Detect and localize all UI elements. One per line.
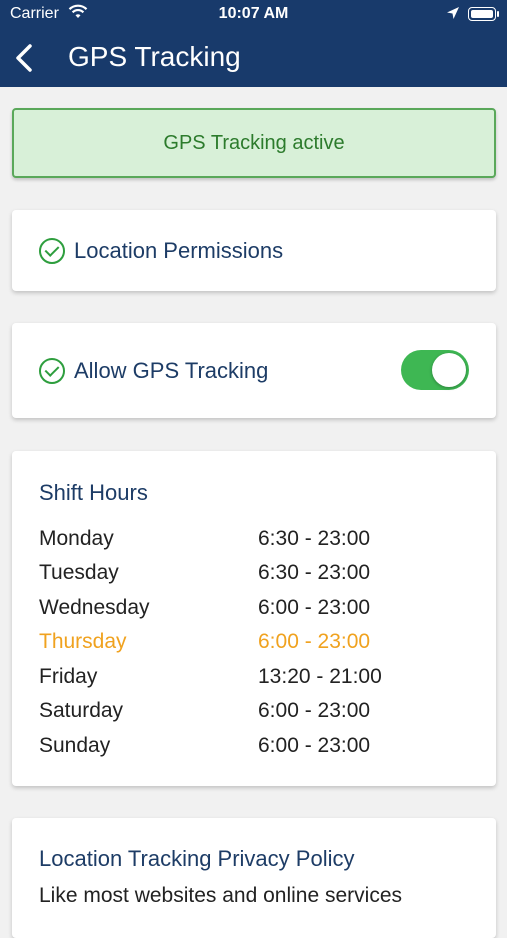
- check-circle-icon: [39, 238, 65, 264]
- page-title: GPS Tracking: [68, 41, 241, 72]
- gps-tracking-toggle[interactable]: [401, 350, 469, 390]
- header-bar: Carrier 10:07 AM GPS Tracking: [0, 0, 507, 87]
- shift-day: Tuesday: [39, 561, 119, 584]
- shift-time: 6:00 - 23:00: [258, 596, 371, 619]
- shift-time: 6:30 - 23:00: [258, 527, 371, 550]
- shift-time: 6:00 - 23:00: [258, 630, 371, 653]
- battery-tip: [497, 11, 499, 17]
- clock-label: 10:07 AM: [218, 5, 289, 22]
- status-bar: Carrier 10:07 AM: [0, 0, 507, 30]
- toggle-knob: [432, 353, 466, 387]
- shift-day: Friday: [39, 665, 98, 688]
- allow-gps-label: Allow GPS Tracking: [74, 358, 269, 383]
- shift-time: 6:00 - 23:00: [258, 734, 371, 757]
- shift-day: Sunday: [39, 734, 111, 757]
- location-permissions-card[interactable]: Location Permissions: [12, 210, 496, 291]
- shift-day: Saturday: [39, 699, 124, 722]
- privacy-policy-title: Location Tracking Privacy Policy: [39, 846, 355, 871]
- shift-time: 13:20 - 21:00: [258, 665, 382, 688]
- location-arrow-icon: [446, 6, 460, 25]
- tracking-status-banner: GPS Tracking active: [12, 108, 496, 178]
- shift-time: 6:00 - 23:00: [258, 699, 371, 722]
- privacy-policy-text: Like most websites and online services: [39, 884, 403, 907]
- check-circle-icon: [39, 358, 65, 384]
- shift-day: Thursday: [39, 630, 127, 653]
- shift-day: Monday: [39, 527, 114, 550]
- shift-hours-card: Shift Hours Monday 6:30 - 23:00 Tuesday …: [12, 451, 496, 786]
- nav-bar: GPS Tracking: [0, 30, 507, 87]
- shift-time: 6:30 - 23:00: [258, 561, 371, 584]
- back-chevron-icon[interactable]: [12, 42, 36, 74]
- privacy-policy-card: Location Tracking Privacy Policy Like mo…: [12, 818, 496, 938]
- allow-gps-card: Allow GPS Tracking: [12, 323, 496, 418]
- shift-hours-title: Shift Hours: [39, 480, 148, 505]
- shift-day: Wednesday: [39, 596, 150, 619]
- location-permissions-label: Location Permissions: [74, 238, 284, 263]
- battery-icon: [468, 7, 496, 21]
